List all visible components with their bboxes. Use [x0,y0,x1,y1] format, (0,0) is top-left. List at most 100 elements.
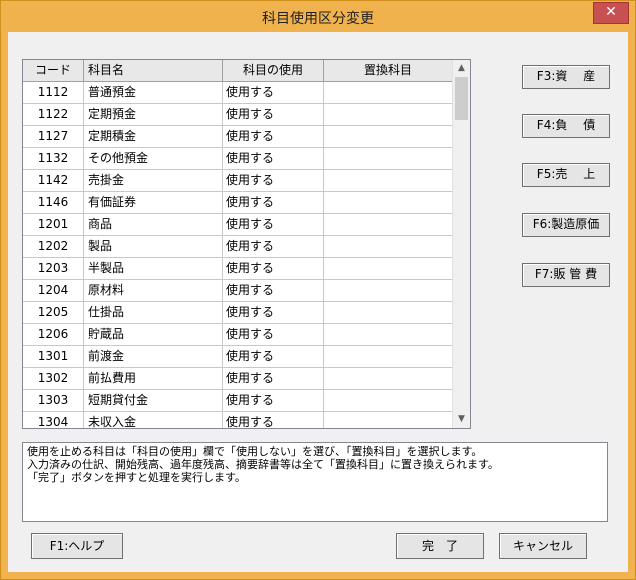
table-row[interactable]: 1202 製品 使用する [23,236,453,258]
cell-usage[interactable]: 使用する [223,170,324,191]
cell-usage[interactable]: 使用する [223,412,324,428]
f5-sales-button[interactable]: F5:売 上 [522,163,610,187]
f3-assets-button[interactable]: F3:資 産 [522,65,610,89]
table-row[interactable]: 1302 前払費用 使用する [23,368,453,390]
cell-code: 1127 [23,126,84,147]
table-row[interactable]: 1203 半製品 使用する [23,258,453,280]
cell-name: 商品 [84,214,223,235]
cell-replace[interactable] [324,170,453,191]
cell-replace[interactable] [324,324,453,345]
cancel-button[interactable]: キャンセル [499,533,587,559]
cell-usage[interactable]: 使用する [223,368,324,389]
instruction-message: 使用を止める科目は「科目の使用」欄で「使用しない」を選び、「置換科目」を選択しま… [22,442,608,522]
cell-replace[interactable] [324,104,453,125]
cell-usage[interactable]: 使用する [223,236,324,257]
help-button[interactable]: F1:ヘルプ [31,533,123,559]
title-bar[interactable]: 科目使用区分変更 ✕ [1,1,635,33]
header-replace[interactable]: 置換科目 [324,60,453,81]
table-row[interactable]: 1205 仕掛品 使用する [23,302,453,324]
cell-code: 1302 [23,368,84,389]
cell-replace[interactable] [324,258,453,279]
cell-name: 有価証券 [84,192,223,213]
cell-replace[interactable] [324,192,453,213]
cell-replace[interactable] [324,126,453,147]
cell-code: 1202 [23,236,84,257]
cell-replace[interactable] [324,302,453,323]
cell-replace[interactable] [324,214,453,235]
cell-replace[interactable] [324,346,453,367]
cell-code: 1304 [23,412,84,428]
cell-replace[interactable] [324,148,453,169]
cell-code: 1122 [23,104,84,125]
cell-replace[interactable] [324,412,453,428]
cell-replace[interactable] [324,390,453,411]
cell-usage[interactable]: 使用する [223,258,324,279]
close-button[interactable]: ✕ [593,2,629,24]
cell-code: 1303 [23,390,84,411]
cell-usage[interactable]: 使用する [223,126,324,147]
header-usage[interactable]: 科目の使用 [223,60,324,81]
cell-replace[interactable] [324,82,453,103]
cell-code: 1142 [23,170,84,191]
cell-name: 短期貸付金 [84,390,223,411]
cell-name: 定期預金 [84,104,223,125]
cell-name: 貯蔵品 [84,324,223,345]
table-row[interactable]: 1206 貯蔵品 使用する [23,324,453,346]
cell-code: 1112 [23,82,84,103]
table-row[interactable]: 1142 売掛金 使用する [23,170,453,192]
cell-usage[interactable]: 使用する [223,214,324,235]
cell-name: 前渡金 [84,346,223,367]
table-row[interactable]: 1146 有価証券 使用する [23,192,453,214]
cell-replace[interactable] [324,236,453,257]
scroll-down-icon[interactable]: ▼ [453,411,470,428]
message-line-1: 使用を止める科目は「科目の使用」欄で「使用しない」を選び、「置換科目」を選択しま… [27,445,483,458]
header-code[interactable]: コード [23,60,84,81]
cell-code: 1205 [23,302,84,323]
f4-liabilities-button[interactable]: F4:負 債 [522,114,610,138]
message-line-2: 入力済みの仕訳、開始残高、過年度残高、摘要辞書等は全て「置換科目」に置き換えられ… [27,458,499,471]
cell-usage[interactable]: 使用する [223,82,324,103]
cell-code: 1201 [23,214,84,235]
cell-name: 普通預金 [84,82,223,103]
f7-sga-button[interactable]: F7:販 管 費 [522,263,610,287]
table-row[interactable]: 1201 商品 使用する [23,214,453,236]
table-row[interactable]: 1122 定期預金 使用する [23,104,453,126]
header-name[interactable]: 科目名 [84,60,223,81]
table-row[interactable]: 1204 原材料 使用する [23,280,453,302]
cell-usage[interactable]: 使用する [223,390,324,411]
cell-code: 1206 [23,324,84,345]
grid-rows: 1112 普通預金 使用する 1122 定期預金 使用する 1127 定期積金 使用する 1132… [23,82,453,428]
cell-name: 製品 [84,236,223,257]
cell-usage[interactable]: 使用する [223,192,324,213]
message-line-3: 「完了」ボタンを押すと処理を実行します。 [27,471,246,484]
scroll-thumb[interactable] [455,77,468,120]
cell-replace[interactable] [324,368,453,389]
cell-usage[interactable]: 使用する [223,324,324,345]
cell-usage[interactable]: 使用する [223,104,324,125]
vertical-scrollbar[interactable]: ▲ ▼ [452,60,470,428]
cell-name: 仕掛品 [84,302,223,323]
cell-code: 1203 [23,258,84,279]
cell-usage[interactable]: 使用する [223,346,324,367]
done-button[interactable]: 完 了 [396,533,484,559]
table-row[interactable]: 1127 定期積金 使用する [23,126,453,148]
table-row[interactable]: 1303 短期貸付金 使用する [23,390,453,412]
cell-code: 1204 [23,280,84,301]
cell-name: その他預金 [84,148,223,169]
account-grid[interactable]: コード 科目名 科目の使用 置換科目 1112 普通預金 使用する 1122 定期預金使… [22,59,471,429]
cell-usage[interactable]: 使用する [223,148,324,169]
f6-manufacturing-cost-button[interactable]: F6:製造原価 [522,213,610,237]
scroll-up-icon[interactable]: ▲ [453,60,470,77]
cell-replace[interactable] [324,280,453,301]
cell-name: 売掛金 [84,170,223,191]
table-row[interactable]: 1112 普通預金 使用する [23,82,453,104]
table-row[interactable]: 1132 その他預金 使用する [23,148,453,170]
cell-name: 原材料 [84,280,223,301]
cell-usage[interactable]: 使用する [223,280,324,301]
cell-usage[interactable]: 使用する [223,302,324,323]
cell-name: 定期積金 [84,126,223,147]
grid-header: コード 科目名 科目の使用 置換科目 [23,60,453,82]
window-title: 科目使用区分変更 [262,11,374,27]
table-row[interactable]: 1304 未収入金 使用する [23,412,453,428]
table-row[interactable]: 1301 前渡金 使用する [23,346,453,368]
